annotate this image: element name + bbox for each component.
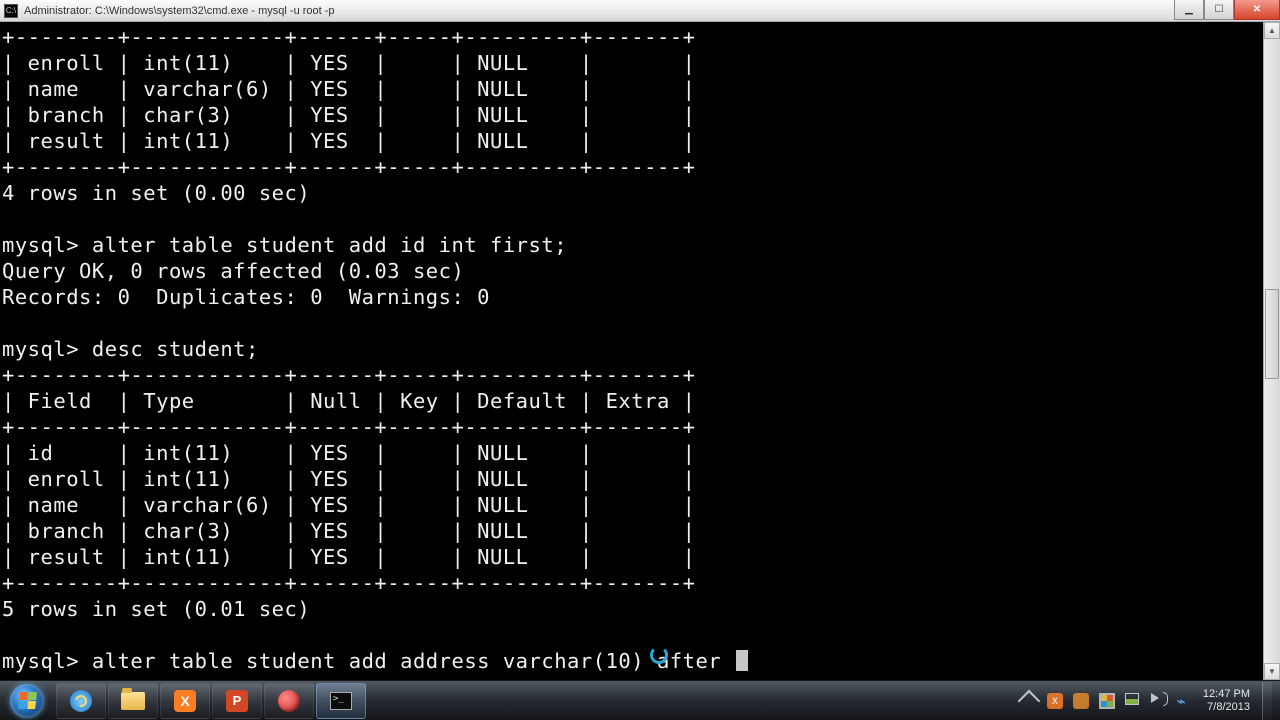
volume-icon[interactable] (1151, 693, 1167, 709)
minimize-button[interactable] (1174, 0, 1204, 20)
terminal-output[interactable]: +--------+------------+------+-----+----… (0, 22, 1263, 680)
table1-summary: 4 rows in set (0.00 sec) (2, 181, 310, 205)
table1-row-name: | name | varchar(6) | YES | | NULL | | (2, 77, 695, 101)
table2-row-id: | id | int(11) | YES | | NULL | | (2, 441, 695, 465)
records-line: Records: 0 Duplicates: 0 Warnings: 0 (2, 285, 490, 309)
window-title: Administrator: C:\Windows\system32\cmd.e… (24, 5, 335, 17)
table2-border-top: +--------+------------+------+-----+----… (2, 363, 695, 387)
xampp-tray-icon[interactable]: X (1047, 693, 1063, 709)
table1-border-top: +--------+------------+------+-----+----… (2, 25, 695, 49)
table2-row-branch: | branch | char(3) | YES | | NULL | | (2, 519, 695, 543)
scroll-down-button[interactable]: ▼ (1264, 663, 1280, 680)
table1-row-result: | result | int(11) | YES | | NULL | | (2, 129, 695, 153)
taskbar-item-powerpoint[interactable]: P (212, 683, 262, 719)
maximize-button[interactable] (1204, 0, 1234, 20)
table2-row-name: | name | varchar(6) | YES | | NULL | | (2, 493, 695, 517)
scroll-thumb[interactable] (1265, 289, 1279, 379)
show-desktop-button[interactable] (1262, 682, 1272, 720)
cmd-icon (330, 692, 352, 710)
table1-row-branch: | branch | char(3) | YES | | NULL | | (2, 103, 695, 127)
internet-explorer-icon (70, 690, 92, 712)
taskbar-item-ie[interactable] (56, 683, 106, 719)
bluetooth-icon[interactable]: ⌁ (1177, 693, 1193, 709)
taskbar-item-xampp[interactable]: X (160, 683, 210, 719)
sql-command-desc: mysql> desc student; (2, 337, 259, 361)
scroll-up-button[interactable]: ▲ (1264, 22, 1280, 39)
show-hidden-icons-button[interactable] (1018, 689, 1041, 712)
clock-time: 12:47 PM (1203, 688, 1250, 701)
table1-border-bottom: +--------+------------+------+-----+----… (2, 155, 695, 179)
folder-icon (121, 692, 145, 710)
table2-border-bottom: +--------+------------+------+-----+----… (2, 571, 695, 595)
clock[interactable]: 12:47 PM 7/8/2013 (1203, 688, 1252, 714)
system-tray[interactable]: X ⌁ 12:47 PM 7/8/2013 (1013, 681, 1280, 720)
action-center-icon[interactable] (1099, 693, 1115, 709)
taskbar-item-explorer[interactable] (108, 683, 158, 719)
table2-border-mid: +--------+------------+------+-----+----… (2, 415, 695, 439)
taskbar-item-recorder[interactable] (264, 683, 314, 719)
titlebar[interactable]: C:\ Administrator: C:\Windows\system32\c… (0, 0, 1280, 22)
sql-command-current: mysql> alter table student add address v… (2, 649, 721, 673)
table2-row-result: | result | int(11) | YES | | NULL | | (2, 545, 695, 569)
scroll-track[interactable] (1264, 39, 1280, 663)
windows-orb-icon (10, 684, 44, 718)
table2-row-enroll: | enroll | int(11) | YES | | NULL | | (2, 467, 695, 491)
table1-row-enroll: | enroll | int(11) | YES | | NULL | | (2, 51, 695, 75)
start-button[interactable] (0, 681, 54, 720)
taskbar[interactable]: X P X ⌁ 12:47 PM 7/8/2013 (0, 680, 1280, 720)
query-ok-line: Query OK, 0 rows affected (0.03 sec) (2, 259, 464, 283)
sql-command-alter-add-id: mysql> alter table student add id int fi… (2, 233, 567, 257)
cmd-window: C:\ Administrator: C:\Windows\system32\c… (0, 0, 1280, 680)
text-cursor (736, 650, 748, 671)
table2-header: | Field | Type | Null | Key | Default | … (2, 389, 695, 413)
powerpoint-icon: P (226, 690, 248, 712)
cmd-sysmenu-icon[interactable]: C:\ (4, 4, 18, 18)
vertical-scrollbar[interactable]: ▲ ▼ (1263, 22, 1280, 680)
xampp-icon: X (174, 690, 196, 712)
record-icon (278, 690, 300, 712)
app-tray-icon[interactable] (1073, 693, 1089, 709)
close-button[interactable] (1234, 0, 1280, 20)
taskbar-item-cmd[interactable] (316, 683, 366, 719)
table2-summary: 5 rows in set (0.01 sec) (2, 597, 310, 621)
clock-date: 7/8/2013 (1203, 701, 1250, 714)
network-icon[interactable] (1125, 693, 1141, 709)
